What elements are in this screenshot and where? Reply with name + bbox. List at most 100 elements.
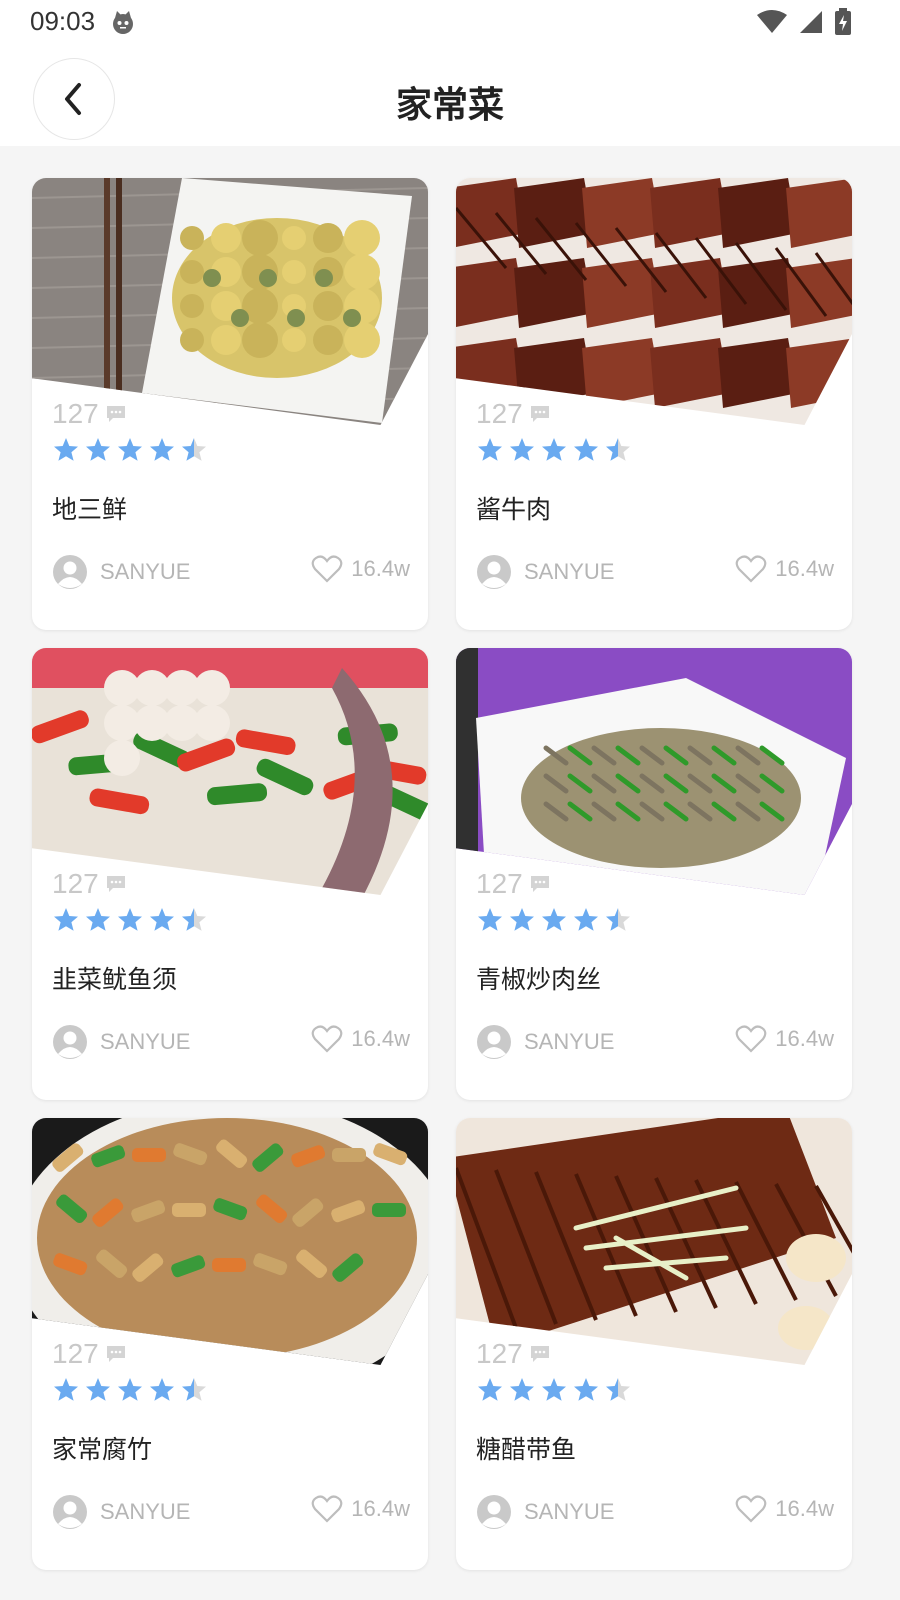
like-button[interactable]: 16.4w	[735, 554, 834, 584]
user-avatar-icon	[477, 1025, 511, 1059]
dish-name: 地三鲜	[52, 495, 128, 524]
author-name: SANYUE	[524, 1029, 615, 1054]
like-button[interactable]: 16.4w	[735, 1494, 834, 1524]
star-icon	[150, 1378, 174, 1401]
user-avatar-icon	[53, 1495, 87, 1529]
star-icon	[478, 438, 502, 461]
rating-stars	[476, 906, 632, 934]
status-time: 09:03	[30, 6, 96, 36]
like-count: 16.4w	[775, 556, 834, 581]
rating-stars	[52, 906, 208, 934]
user-avatar-icon	[477, 555, 511, 589]
heart-outline-icon	[311, 555, 343, 583]
comment-count: 127	[52, 868, 127, 900]
comment-bubble-icon	[530, 406, 549, 422]
star-icon	[182, 1378, 206, 1401]
comment-bubble-icon	[530, 1346, 549, 1362]
dish-name: 韭菜鱿鱼须	[52, 965, 178, 994]
star-icon	[478, 908, 502, 931]
rating-stars	[476, 436, 632, 464]
recipe-card[interactable]: 127 地三鲜 SANYUE 16.4w	[32, 178, 428, 630]
star-icon	[118, 908, 142, 931]
star-icon	[150, 438, 174, 461]
author[interactable]: SANYUE	[52, 554, 190, 590]
heart-outline-icon	[311, 1495, 343, 1523]
comment-count: 127	[476, 398, 551, 430]
star-icon	[118, 1378, 142, 1401]
comment-bubble-icon	[106, 1346, 125, 1362]
heart-outline-icon	[735, 555, 767, 583]
comment-bubble-icon	[106, 876, 125, 892]
like-count: 16.4w	[775, 1496, 834, 1521]
author[interactable]: SANYUE	[52, 1024, 190, 1060]
author-name: SANYUE	[524, 559, 615, 584]
star-icon	[54, 1378, 78, 1401]
star-icon	[182, 438, 206, 461]
user-avatar-icon	[53, 1025, 87, 1059]
like-count: 16.4w	[775, 1026, 834, 1051]
star-icon	[118, 438, 142, 461]
star-icon	[478, 1378, 502, 1401]
star-icon	[606, 438, 630, 461]
heart-outline-icon	[311, 1025, 343, 1053]
star-icon	[54, 908, 78, 931]
rating-stars	[476, 1376, 632, 1404]
dish-name: 青椒炒肉丝	[476, 965, 602, 994]
dish-name: 糖醋带鱼	[476, 1435, 577, 1464]
star-icon	[182, 908, 206, 931]
star-icon	[510, 1378, 534, 1401]
heart-outline-icon	[735, 1495, 767, 1523]
comment-count: 127	[52, 1338, 127, 1370]
author-name: SANYUE	[524, 1499, 615, 1524]
cat-notification-icon	[113, 11, 133, 34]
star-icon	[510, 438, 534, 461]
star-icon	[574, 1378, 598, 1401]
recipe-card[interactable]: 127 酱牛肉 SANYUE 16.4w	[456, 178, 852, 630]
like-button[interactable]: 16.4w	[311, 1024, 410, 1054]
star-icon	[86, 438, 110, 461]
wifi-icon	[757, 10, 787, 33]
author-name: SANYUE	[100, 1029, 191, 1054]
author-name: SANYUE	[100, 1499, 191, 1524]
like-button[interactable]: 16.4w	[735, 1024, 834, 1054]
recipe-card[interactable]: 127 青椒炒肉丝 SANYUE 16.4w	[456, 648, 852, 1100]
star-icon	[542, 438, 566, 461]
star-icon	[510, 908, 534, 931]
comment-bubble-icon	[106, 406, 125, 422]
author[interactable]: SANYUE	[52, 1494, 190, 1530]
dish-name: 酱牛肉	[476, 495, 552, 524]
dish-name: 家常腐竹	[52, 1435, 153, 1464]
recipe-card[interactable]: 127 家常腐竹 SANYUE 16.4w	[32, 1118, 428, 1570]
like-button[interactable]: 16.4w	[311, 554, 410, 584]
star-icon	[86, 908, 110, 931]
like-count: 16.4w	[351, 556, 410, 581]
star-icon	[542, 1378, 566, 1401]
app-header: 家常菜	[0, 48, 900, 146]
like-count: 16.4w	[351, 1026, 410, 1051]
star-icon	[86, 1378, 110, 1401]
star-icon	[606, 1378, 630, 1401]
like-button[interactable]: 16.4w	[311, 1494, 410, 1524]
star-icon	[574, 438, 598, 461]
comment-count: 127	[476, 1338, 551, 1370]
author[interactable]: SANYUE	[476, 1024, 614, 1060]
status-icons	[756, 8, 852, 36]
recipe-card[interactable]: 127 韭菜鱿鱼须 SANYUE 16.4w	[32, 648, 428, 1100]
user-avatar-icon	[53, 555, 87, 589]
star-icon	[542, 908, 566, 931]
author-name: SANYUE	[100, 559, 191, 584]
comment-count: 127	[476, 868, 551, 900]
author[interactable]: SANYUE	[476, 1494, 614, 1530]
heart-outline-icon	[735, 1025, 767, 1053]
star-icon	[606, 908, 630, 931]
status-bar: 09:03	[0, 0, 900, 48]
star-icon	[150, 908, 174, 931]
rating-stars	[52, 436, 208, 464]
author[interactable]: SANYUE	[476, 554, 614, 590]
signal-icon	[800, 11, 822, 33]
like-count: 16.4w	[351, 1496, 410, 1521]
user-avatar-icon	[477, 1495, 511, 1529]
comment-count: 127	[52, 398, 127, 430]
battery-icon	[835, 8, 851, 35]
recipe-card[interactable]: 127 糖醋带鱼 SANYUE 16.4w	[456, 1118, 852, 1570]
